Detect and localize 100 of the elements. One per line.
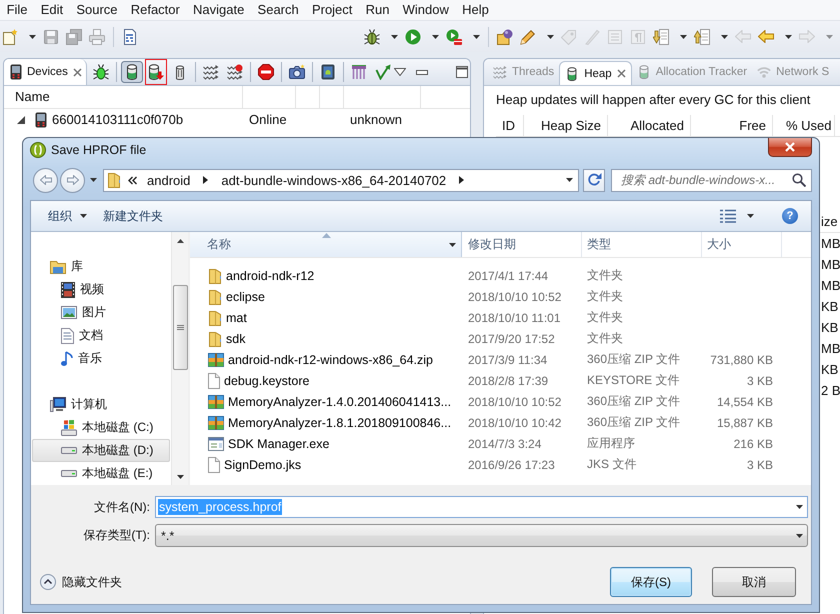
dialog-button[interactable]: 保存(S) [610, 567, 692, 597]
refresh-button[interactable] [583, 168, 605, 192]
close-icon[interactable] [72, 68, 82, 76]
tab[interactable]: Devices [4, 59, 87, 85]
file-name[interactable]: android-ndk-r12-windows-x86_64.zip [228, 352, 433, 366]
squiggle-arrows-dot-icon[interactable] [226, 64, 243, 80]
column-header[interactable]: 大小 [702, 232, 782, 257]
stop-sign-icon[interactable] [258, 64, 274, 80]
cylinder-arrow-icon[interactable] [148, 64, 164, 80]
column-header[interactable]: 修改日期 [462, 232, 582, 257]
cylinder-icon[interactable] [120, 61, 143, 83]
file-name[interactable]: android-ndk-r12 [226, 268, 314, 282]
scrollbar[interactable] [171, 232, 188, 485]
column-header[interactable]: Allocated [630, 115, 684, 136]
double-chevron-icon[interactable] [128, 176, 137, 184]
caret-down-icon[interactable] [680, 34, 687, 38]
column-header[interactable]: % Used [786, 115, 832, 136]
nav-item[interactable]: 库 [32, 255, 170, 278]
view-menu-icon[interactable] [394, 68, 406, 76]
caret-down-icon[interactable] [566, 178, 573, 182]
column-header[interactable]: Free [739, 115, 766, 136]
file-type-dropdown[interactable]: *.* [155, 524, 808, 547]
nav-item[interactable]: 文档 [32, 324, 170, 347]
column-header[interactable]: 类型 [582, 232, 702, 257]
chevron-right-icon[interactable] [203, 176, 208, 184]
search-field[interactable]: 搜索 adt-bundle-windows-x... [611, 168, 812, 192]
view-list-icon[interactable] [720, 209, 736, 223]
dialog-button[interactable]: 取消 [712, 567, 796, 597]
left-arrow-icon[interactable] [758, 30, 774, 43]
nav-item[interactable]: 本地磁盘 (D:) [32, 439, 170, 462]
breadcrumb-item[interactable]: android [142, 170, 196, 190]
column-header[interactable]: Heap Size [541, 115, 601, 136]
caret-down-icon[interactable] [449, 242, 456, 246]
caret-down-icon[interactable] [432, 34, 439, 38]
caret-down-icon[interactable] [90, 178, 97, 182]
nav-item[interactable]: 计算机 [32, 393, 170, 416]
menu-item[interactable]: File [0, 1, 34, 19]
scrollbar-thumb[interactable] [172, 285, 188, 370]
minimize-icon[interactable] [416, 70, 428, 74]
caret-down-icon[interactable] [785, 34, 792, 38]
device-name[interactable]: 660014103111c0f070b [52, 112, 184, 127]
address-bar[interactable]: android adt-bundle-windows-x86_64-20140702 [103, 168, 579, 192]
file-name[interactable]: eclipse [226, 290, 265, 304]
expanded-triangle-icon[interactable] [17, 116, 25, 124]
tab[interactable]: Heap [559, 61, 632, 85]
file-name[interactable]: MemoryAnalyzer-1.8.1.201809100846... [228, 416, 452, 430]
down-arrow-document-icon[interactable] [653, 28, 669, 44]
nav-item[interactable]: 本地磁盘 (E:) [32, 462, 170, 485]
menu-item[interactable]: Edit [34, 1, 70, 19]
nav-item[interactable]: 图片 [32, 301, 170, 324]
file-name[interactable]: sdk [226, 332, 246, 346]
new-document-icon[interactable] [2, 28, 18, 44]
tablet-icon[interactable] [320, 64, 336, 80]
caret-down-icon[interactable] [796, 505, 803, 509]
column-header[interactable]: ID [502, 115, 515, 136]
file-name[interactable]: MemoryAnalyzer-1.4.0.201406041413... [228, 394, 452, 408]
nav-item[interactable]: 本地磁盘 (C:) [32, 416, 170, 439]
up-arrow-document-icon[interactable] [694, 28, 710, 44]
forward-button[interactable] [60, 168, 85, 192]
breadcrumb-item[interactable]: adt-bundle-windows-x86_64-20140702 [216, 170, 452, 190]
bug-icon[interactable] [364, 28, 380, 44]
caret-down-icon[interactable] [473, 34, 480, 38]
menu-item[interactable]: Window [396, 1, 456, 19]
bug-icon[interactable] [92, 64, 109, 80]
document-lines-icon[interactable] [122, 28, 138, 44]
file-name[interactable]: mat [226, 310, 247, 324]
caret-down-icon[interactable] [547, 34, 554, 38]
menu-item[interactable]: Project [305, 1, 359, 19]
nav-item[interactable]: 音乐 [32, 347, 170, 370]
caret-up-icon[interactable] [176, 238, 184, 242]
pencil-icon[interactable] [520, 28, 536, 44]
menu-item[interactable]: Refactor [124, 1, 186, 19]
menu-item[interactable]: Source [70, 1, 124, 19]
file-name[interactable]: SDK Manager.exe [228, 436, 330, 450]
squiggle-arrows-icon[interactable] [202, 64, 219, 80]
nav-item[interactable]: 视频 [32, 278, 170, 301]
caret-down-icon[interactable] [747, 214, 754, 218]
menu-item[interactable]: Search [250, 1, 306, 19]
play-circle-icon[interactable] [405, 28, 421, 44]
file-name[interactable]: SignDemo.jks [224, 458, 302, 472]
menu-item[interactable]: Help [455, 1, 496, 19]
caret-down-icon[interactable] [29, 34, 36, 38]
menu-item[interactable]: Navigate [186, 1, 251, 19]
close-icon[interactable] [616, 69, 626, 78]
organize-button[interactable]: 组织 [40, 204, 95, 228]
back-button[interactable] [33, 168, 58, 192]
caret-down-icon[interactable] [391, 34, 398, 38]
folder-ball-icon[interactable] [497, 28, 513, 44]
chevron-right-icon[interactable] [459, 176, 464, 184]
play-toolbox-icon[interactable] [446, 28, 462, 44]
column-header[interactable]: 名称 [190, 232, 462, 257]
maximize-icon[interactable] [456, 66, 468, 78]
check-arrow-icon[interactable] [374, 64, 391, 80]
hide-folders-button[interactable]: 隐藏文件夹 [40, 574, 122, 590]
menu-item[interactable]: Run [359, 1, 396, 19]
column-header[interactable]: Name [15, 89, 50, 104]
new-folder-button[interactable]: 新建文件夹 [95, 204, 171, 228]
camera-icon[interactable] [288, 64, 305, 80]
file-name[interactable]: debug.keystore [224, 374, 310, 388]
comb-icon[interactable] [350, 64, 367, 80]
